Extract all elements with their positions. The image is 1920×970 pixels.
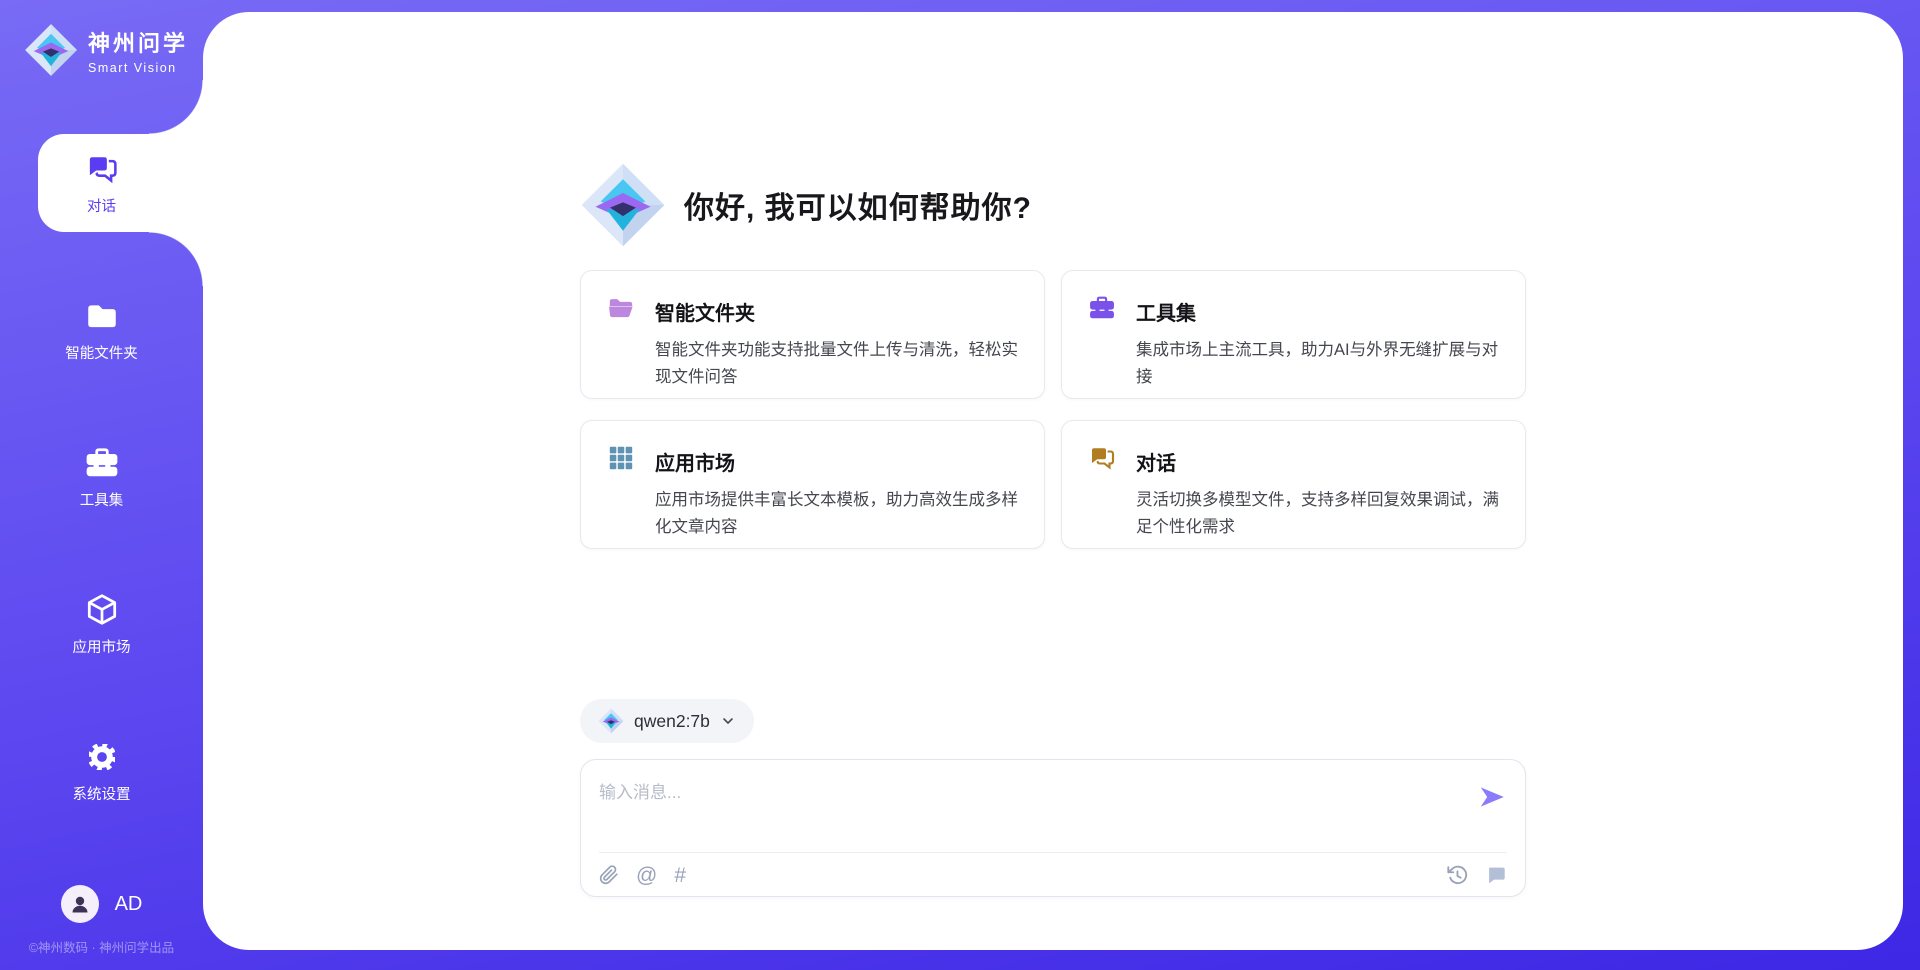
folder-open-icon [607,294,635,322]
composer-toolbar: @ # [599,853,1507,886]
card-description: 集成市场上主流工具，助力AI与外界无缝扩展与对接 [1136,337,1501,398]
card-title: 对话 [1136,447,1501,476]
card-app-market[interactable]: 应用市场 应用市场提供丰富长文本模板，助力高效生成多样化文章内容 [580,420,1045,549]
brand-diamond-icon [598,708,624,734]
chat-icon [1088,444,1116,472]
greeting-title: 你好, 我可以如何帮助你? [684,183,1032,227]
chevron-down-icon [720,713,736,729]
main-panel: 你好, 我可以如何帮助你? 智能文件夹 智能文件夹功能支持批量文件上传与清洗，轻… [203,12,1903,950]
message-composer: @ # [580,759,1526,897]
card-smart-folder[interactable]: 智能文件夹 智能文件夹功能支持批量文件上传与清洗，轻松实现文件问答 [580,270,1045,399]
sidebar-item-app-market[interactable]: 应用市场 [0,575,203,673]
folder-icon [84,298,120,334]
sidebar-item-label: 系统设置 [73,783,131,804]
history-icon[interactable] [1446,864,1468,886]
sidebar-item-toolset[interactable]: 工具集 [0,428,203,526]
card-description: 灵活切换多模型文件，支持多样回复效果调试，满足个性化需求 [1136,487,1501,548]
brand-name: 神州问学 [88,26,188,58]
card-toolset[interactable]: 工具集 集成市场上主流工具，助力AI与外界无缝扩展与对接 [1061,270,1526,399]
sidebar-footer: ©神州数码 · 神州问学出品 [0,937,203,970]
card-title: 应用市场 [655,447,1020,476]
grid-icon [607,444,635,472]
model-name: qwen2:7b [634,711,710,732]
avatar [61,885,99,923]
paperclip-icon[interactable] [599,864,619,886]
feature-cards: 智能文件夹 智能文件夹功能支持批量文件上传与清洗，轻松实现文件问答 工具集 集成… [580,270,1526,549]
brand-text: 神州问学 Smart Vision [88,26,188,75]
brand-subtitle: Smart Vision [88,61,188,75]
card-chat[interactable]: 对话 灵活切换多模型文件，支持多样回复效果调试，满足个性化需求 [1061,420,1526,549]
user-profile[interactable]: AD [0,885,203,923]
tab-curve-top [149,80,203,134]
toolbox-icon [84,445,120,481]
composer-input-row [599,772,1507,852]
card-title: 工具集 [1136,297,1501,326]
sidebar-item-label: 对话 [87,195,116,216]
brand-diamond-icon [24,23,78,77]
sidebar-bottom: AD ©神州数码 · 神州问学出品 [0,885,203,970]
active-tab-background [38,134,209,232]
model-selector[interactable]: qwen2:7b [580,699,754,743]
sidebar: 神州问学 Smart Vision 对话 智能文件夹 [0,0,203,970]
card-title: 智能文件夹 [655,297,1020,326]
sidebar-item-smart-folder[interactable]: 智能文件夹 [0,281,203,379]
sidebar-item-label: 智能文件夹 [65,342,138,363]
toolbox-icon [1088,294,1116,322]
sidebar-item-label: 工具集 [80,489,124,510]
card-description: 智能文件夹功能支持批量文件上传与清洗，轻松实现文件问答 [655,337,1020,398]
gear-icon [84,739,120,775]
message-input[interactable] [599,772,1477,830]
chat-home-content: 你好, 我可以如何帮助你? 智能文件夹 智能文件夹功能支持批量文件上传与清洗，轻… [580,12,1526,897]
greeting-row: 你好, 我可以如何帮助你? [580,162,1526,248]
cube-icon [84,592,120,628]
send-icon[interactable] [1477,782,1507,812]
topic-icon[interactable]: # [674,865,686,886]
brand-logo-row: 神州问学 Smart Vision [0,0,203,84]
user-name: AD [115,893,143,916]
brand-diamond-icon [580,162,666,248]
sidebar-item-label: 应用市场 [73,636,131,657]
feedback-icon[interactable] [1485,864,1507,886]
tab-curve-bottom [149,232,203,286]
sidebar-nav: 对话 智能文件夹 工具集 应用市场 [0,134,203,869]
mention-icon[interactable]: @ [636,865,657,886]
chat-icon [84,151,120,187]
sidebar-item-chat[interactable]: 对话 [0,134,203,232]
sidebar-item-settings[interactable]: 系统设置 [0,722,203,820]
card-description: 应用市场提供丰富长文本模板，助力高效生成多样化文章内容 [655,487,1020,548]
